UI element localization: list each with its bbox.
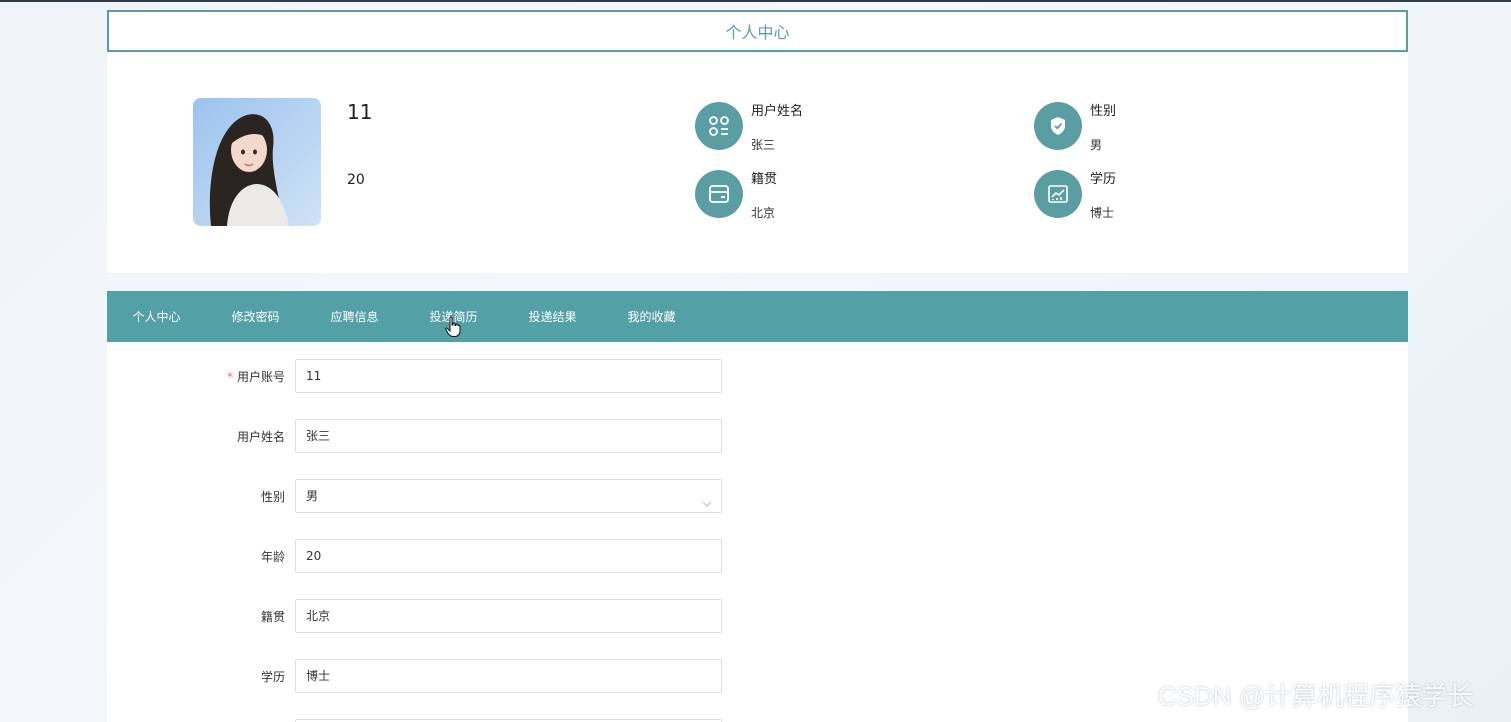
form-row-gender: 性别 男 (107, 479, 807, 513)
age-label: 年龄 (260, 550, 285, 564)
wallet-icon (695, 170, 743, 218)
form-row-hometown: 籍贯 北京 (107, 599, 807, 633)
info-education-label: 学历 (1090, 172, 1117, 187)
tab-submission-results[interactable]: 投递结果 (503, 308, 602, 325)
form-row-education: 学历 博士 (107, 659, 807, 693)
account-label: * 用户账号 (227, 368, 285, 385)
name-input[interactable]: 张三 (295, 419, 722, 453)
avatar (193, 98, 321, 226)
profile-form: * 用户账号 11 用户姓名 张三 性别 男 年龄 20 籍贯 北京 学历 博士 (107, 342, 1408, 722)
name-label: 用户姓名 (236, 430, 285, 444)
tab-applications[interactable]: 应聘信息 (305, 308, 404, 325)
shield-check-icon (1034, 102, 1082, 150)
gender-select-value: 男 (306, 489, 319, 503)
info-gender-label: 性别 (1090, 104, 1117, 119)
top-border (0, 0, 1511, 2)
gender-select[interactable]: 男 (295, 479, 722, 513)
hometown-input[interactable]: 北京 (295, 599, 722, 633)
info-name-value: 张三 (751, 138, 776, 152)
info-gender-value: 男 (1090, 138, 1103, 152)
page-container: 个人中心 11 20 用户姓名 张三 性别 男 籍贯 北京 学历 博士 个人中心… (107, 10, 1408, 722)
age-input[interactable]: 20 (295, 539, 722, 573)
info-hometown-value: 北京 (751, 206, 776, 220)
info-education-value: 博士 (1090, 206, 1115, 220)
account-input[interactable]: 11 (295, 359, 722, 393)
tab-favorites[interactable]: 我的收藏 (602, 308, 701, 325)
profile-age: 20 (347, 172, 365, 188)
tab-change-password[interactable]: 修改密码 (206, 308, 305, 325)
tab-profile-center[interactable]: 个人中心 (107, 308, 206, 325)
profile-nav: 个人中心 修改密码 应聘信息 投递简历 投递结果 我的收藏 (107, 291, 1408, 342)
education-label: 学历 (260, 670, 285, 684)
hand-cursor-icon (445, 316, 461, 342)
apps-icon (695, 102, 743, 150)
info-hometown-label: 籍贯 (751, 172, 778, 187)
form-row-age: 年龄 20 (107, 539, 807, 573)
hometown-label: 籍贯 (260, 610, 285, 624)
watermark: CSDN @计算机程序猿学长 (1158, 681, 1474, 711)
required-mark: * (226, 370, 233, 384)
gender-label: 性别 (260, 490, 285, 504)
chevron-down-icon (701, 490, 713, 522)
form-row-name: 用户姓名 张三 (107, 419, 807, 453)
profile-card: 11 20 用户姓名 张三 性别 男 籍贯 北京 学历 博士 (107, 52, 1408, 273)
profile-username: 11 (347, 100, 373, 124)
page-title: 个人中心 (107, 10, 1408, 52)
education-input[interactable]: 博士 (295, 659, 722, 693)
form-row-account: * 用户账号 11 (107, 359, 807, 393)
chart-icon (1034, 170, 1082, 218)
info-name-label: 用户姓名 (751, 104, 804, 119)
account-label-text: 用户账号 (236, 370, 285, 384)
